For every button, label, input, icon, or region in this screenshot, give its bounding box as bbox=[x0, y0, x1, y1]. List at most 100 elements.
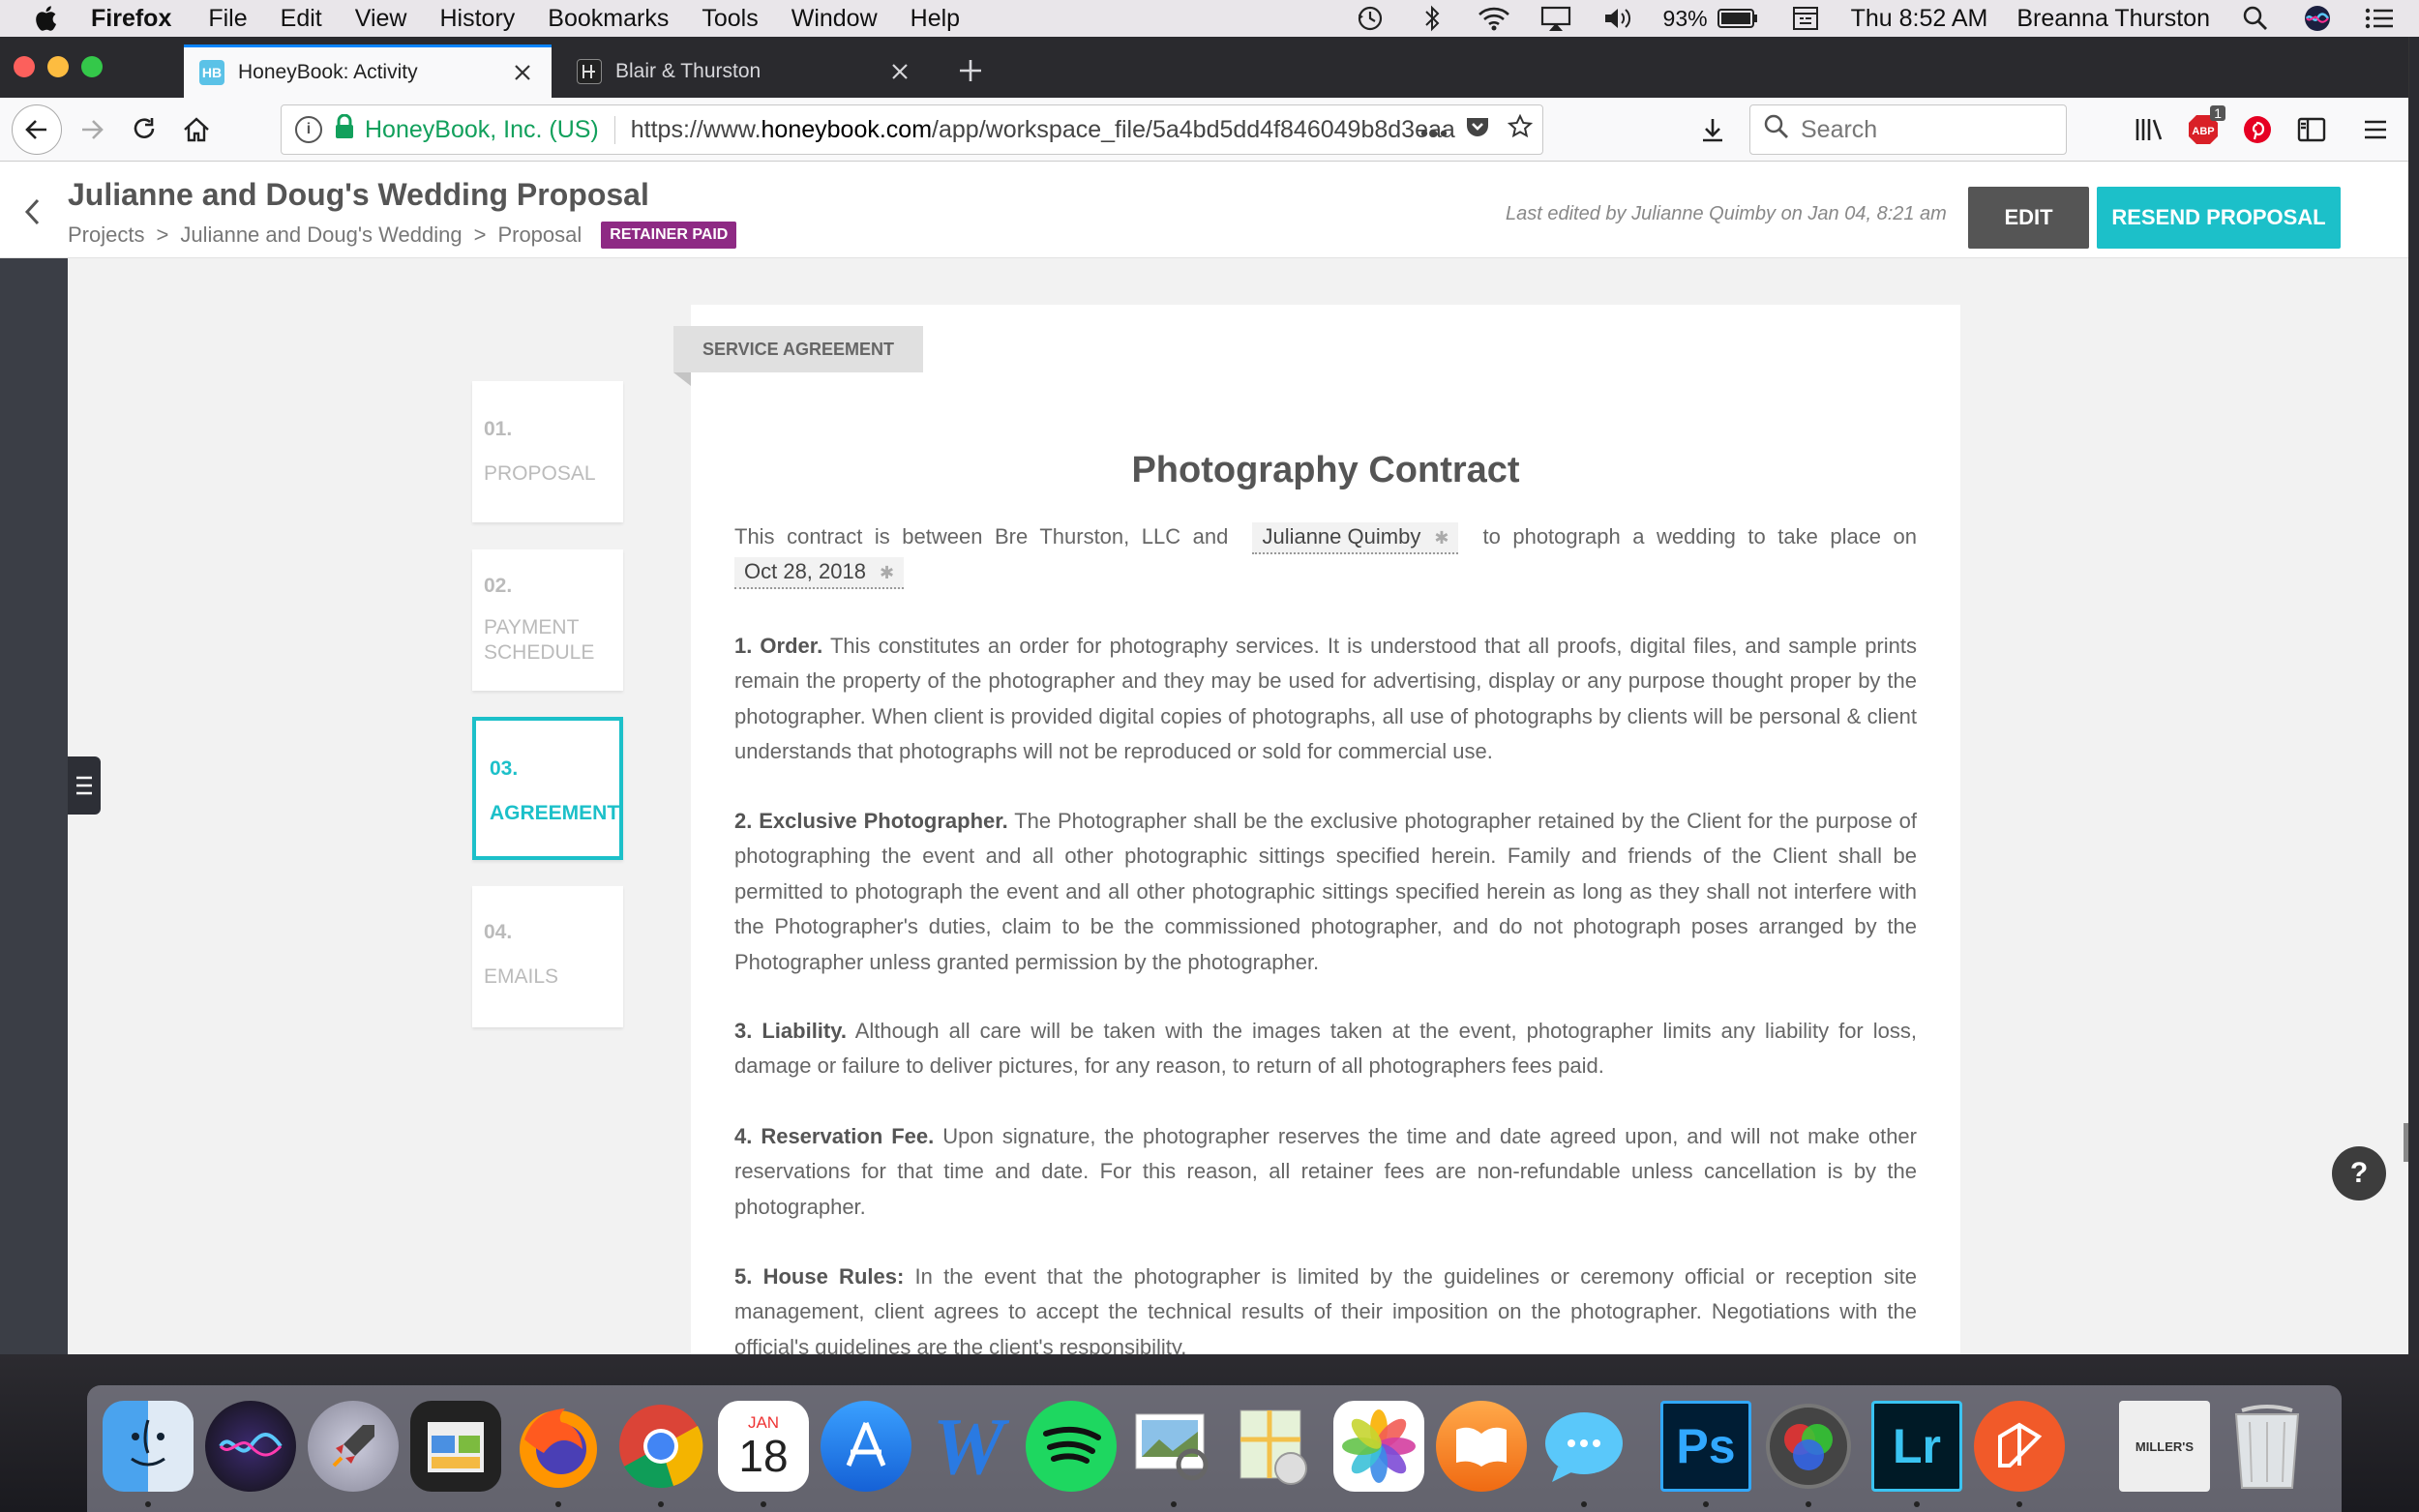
step-proposal[interactable]: 01. PROPOSAL bbox=[472, 381, 623, 522]
service-agreement-tab[interactable]: SERVICE AGREEMENT bbox=[673, 326, 923, 372]
downloads-icon[interactable] bbox=[1688, 105, 1737, 154]
edit-button[interactable]: EDIT bbox=[1968, 187, 2089, 249]
keyboard-viewer-icon[interactable] bbox=[1789, 4, 1822, 33]
menu-view[interactable]: View bbox=[355, 5, 407, 33]
preview-icon[interactable] bbox=[1128, 1401, 1219, 1492]
app-store-icon[interactable] bbox=[821, 1401, 911, 1492]
lightroom-icon[interactable]: Lr bbox=[1871, 1401, 1962, 1492]
menu-help[interactable]: Help bbox=[911, 5, 960, 33]
photoshop-icon[interactable]: Ps bbox=[1660, 1401, 1751, 1492]
menu-history[interactable]: History bbox=[440, 5, 516, 33]
menubar-user[interactable]: Breanna Thurston bbox=[2016, 5, 2210, 33]
section-heading: 5. House Rules: bbox=[734, 1264, 905, 1289]
running-indicator bbox=[1581, 1501, 1587, 1507]
battery-percent: 93% bbox=[1662, 5, 1708, 31]
resend-proposal-button[interactable]: RESEND PROPOSAL bbox=[2097, 187, 2341, 249]
tab-close-icon[interactable] bbox=[503, 53, 542, 92]
contract-section: 3. Liability. Although all care will be … bbox=[734, 1014, 1917, 1084]
ibooks-icon[interactable] bbox=[1436, 1401, 1527, 1492]
siri-icon[interactable] bbox=[2301, 4, 2334, 33]
back-chevron-icon[interactable] bbox=[17, 193, 46, 231]
event-date-field[interactable]: Oct 28, 2018 ✱ bbox=[734, 557, 905, 590]
siri-icon[interactable] bbox=[205, 1401, 296, 1492]
proposal-header: Julianne and Doug's Wedding Proposal Pro… bbox=[0, 162, 2408, 258]
window-minimize-button[interactable] bbox=[47, 56, 69, 77]
launchpad-icon[interactable] bbox=[308, 1401, 399, 1492]
photos-icon[interactable] bbox=[1333, 1401, 1424, 1492]
breadcrumb: Projects > Julianne and Doug's Wedding >… bbox=[68, 222, 737, 249]
apple-menu-icon[interactable] bbox=[29, 2, 62, 35]
page-actions-icon[interactable] bbox=[1420, 116, 1448, 144]
menu-app-name[interactable]: Firefox bbox=[91, 5, 171, 33]
spotlight-icon[interactable] bbox=[2239, 4, 2272, 33]
adblock-plus-icon[interactable]: ABP 1 bbox=[2179, 105, 2227, 154]
sidebar-menu-icon[interactable] bbox=[68, 756, 101, 815]
tab-honeybook-activity[interactable]: HB HoneyBook: Activity bbox=[184, 44, 552, 98]
pocket-icon[interactable] bbox=[1465, 115, 1490, 145]
messages-icon[interactable] bbox=[1538, 1401, 1629, 1492]
forward-button[interactable] bbox=[68, 105, 116, 154]
menu-window[interactable]: Window bbox=[791, 5, 878, 33]
breadcrumb-separator: > bbox=[473, 222, 487, 247]
step-agreement[interactable]: 03. AGREEMENT bbox=[472, 717, 623, 860]
new-tab-button[interactable] bbox=[946, 48, 995, 93]
breadcrumb-project[interactable]: Julianne and Doug's Wedding bbox=[180, 222, 462, 248]
airplay-icon[interactable] bbox=[1539, 4, 1572, 33]
calendar-month: JAN bbox=[747, 1413, 780, 1432]
menu-file[interactable]: File bbox=[208, 5, 247, 33]
scrollbar-thumb[interactable] bbox=[2404, 1123, 2408, 1162]
sidebar-toggle-icon[interactable] bbox=[2287, 105, 2336, 154]
window-zoom-button[interactable] bbox=[81, 56, 103, 77]
step-emails[interactable]: 04. EMAILS bbox=[472, 886, 623, 1027]
affinity-icon[interactable] bbox=[1974, 1401, 2065, 1492]
finder-icon[interactable] bbox=[103, 1401, 194, 1492]
wifi-icon[interactable] bbox=[1478, 4, 1510, 33]
chrome-icon[interactable] bbox=[615, 1401, 706, 1492]
calendar-day: 18 bbox=[738, 1431, 789, 1481]
url-bar[interactable]: i HoneyBook, Inc. (US) https://www.honey… bbox=[281, 104, 1543, 155]
image-capture-icon[interactable] bbox=[410, 1401, 501, 1492]
required-marker-icon: ✱ bbox=[1434, 528, 1449, 548]
menubar-clock[interactable]: Thu 8:52 AM bbox=[1851, 5, 1988, 33]
help-button[interactable]: ? bbox=[2332, 1146, 2386, 1201]
word-icon[interactable]: W bbox=[923, 1401, 1014, 1492]
running-indicator bbox=[1806, 1501, 1811, 1507]
tab-blair-thurston[interactable]: Blair & Thurston bbox=[561, 44, 929, 98]
pinterest-icon[interactable] bbox=[2233, 105, 2282, 154]
menu-edit[interactable]: Edit bbox=[281, 5, 322, 33]
tab-title: Blair & Thurston bbox=[615, 59, 762, 82]
trash-icon[interactable] bbox=[2222, 1401, 2313, 1492]
menu-bookmarks[interactable]: Bookmarks bbox=[548, 5, 669, 33]
window-close-button[interactable] bbox=[14, 56, 35, 77]
client-name-field[interactable]: Julianne Quimby ✱ bbox=[1252, 522, 1459, 554]
library-icon[interactable] bbox=[2125, 105, 2173, 154]
back-button[interactable] bbox=[12, 104, 62, 155]
step-payment-schedule[interactable]: 02. PAYMENT SCHEDULE bbox=[472, 549, 623, 691]
volume-icon[interactable] bbox=[1601, 4, 1634, 33]
search-bar[interactable]: Search bbox=[1749, 104, 2067, 155]
home-button[interactable] bbox=[172, 105, 221, 154]
calendar-icon[interactable]: JAN 18 bbox=[718, 1401, 809, 1492]
bluetooth-icon[interactable] bbox=[1416, 4, 1448, 33]
url-text[interactable]: https://www.honeybook.com/app/workspace_… bbox=[631, 116, 1521, 144]
site-identity-label[interactable]: HoneyBook, Inc. (US) bbox=[365, 115, 615, 144]
maps-icon[interactable] bbox=[1231, 1401, 1322, 1492]
battery-icon[interactable] bbox=[1716, 4, 1760, 33]
millers-icon[interactable]: MILLER'S bbox=[2119, 1401, 2210, 1492]
hamburger-menu-icon[interactable] bbox=[2351, 105, 2400, 154]
search-placeholder: Search bbox=[1801, 115, 1878, 143]
running-indicator bbox=[145, 1501, 151, 1507]
menu-tools[interactable]: Tools bbox=[702, 5, 758, 33]
reload-button[interactable] bbox=[120, 105, 168, 154]
spotify-icon[interactable] bbox=[1026, 1401, 1117, 1492]
notification-center-icon[interactable] bbox=[2363, 4, 2396, 33]
time-machine-icon[interactable] bbox=[1354, 4, 1387, 33]
lock-icon[interactable] bbox=[334, 113, 355, 146]
site-info-icon[interactable]: i bbox=[295, 116, 322, 143]
firefox-icon[interactable] bbox=[513, 1401, 604, 1492]
status-badge: RETAINER PAID bbox=[601, 222, 737, 249]
davinci-resolve-icon[interactable] bbox=[1763, 1401, 1854, 1492]
breadcrumb-projects[interactable]: Projects bbox=[68, 222, 144, 248]
tab-close-icon[interactable] bbox=[881, 52, 919, 91]
bookmark-star-icon[interactable] bbox=[1507, 113, 1534, 146]
